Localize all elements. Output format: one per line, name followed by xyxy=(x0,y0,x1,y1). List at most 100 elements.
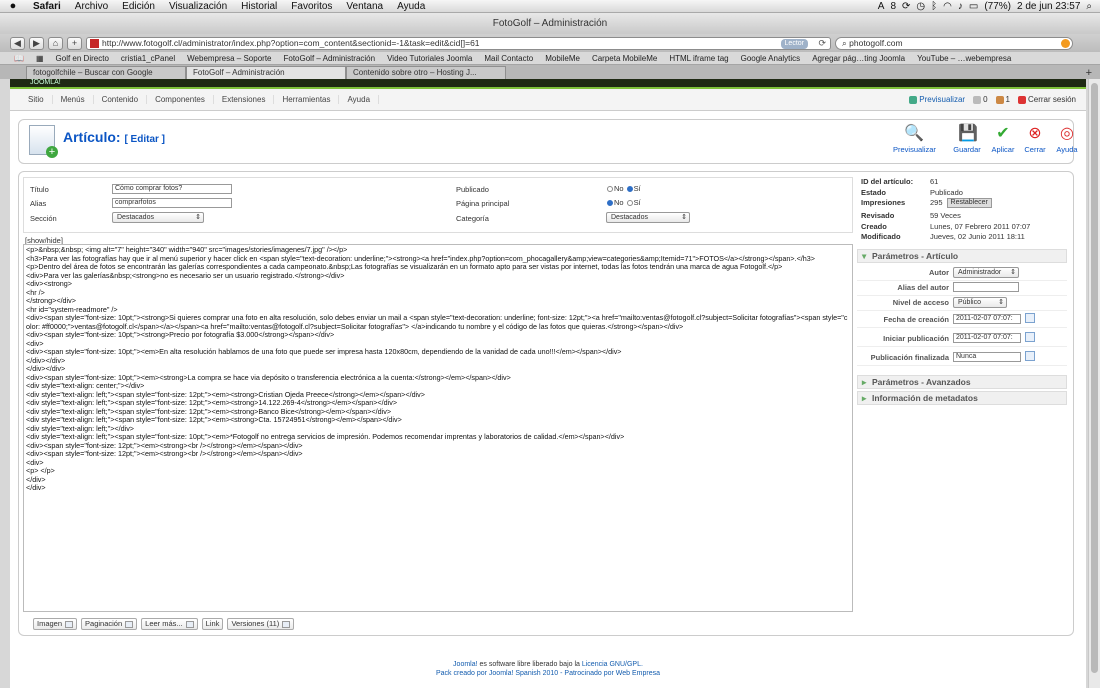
article-params-panel[interactable]: Parámetros - Artículo xyxy=(857,249,1067,263)
title-field[interactable]: Cómo comprar fotos? xyxy=(112,184,232,194)
bookmark-agregar-pagina[interactable]: Agregar pág…ting Joomla xyxy=(806,54,911,63)
bookmark-mail-contacto[interactable]: Mail Contacto xyxy=(478,54,539,63)
sync-icon[interactable]: ⟳ xyxy=(902,1,910,12)
article-edit-area: Título Cómo comprar fotos? Alias comprar… xyxy=(18,171,1074,636)
advanced-params-panel[interactable]: Parámetros - Avanzados xyxy=(857,375,1067,389)
volume-icon[interactable]: ♪ xyxy=(958,1,963,12)
menu-contenido[interactable]: Contenido xyxy=(94,95,148,104)
bookmark-webempresa[interactable]: Webempresa – Soporte xyxy=(181,54,277,63)
menu-favoritos[interactable]: Favoritos xyxy=(284,1,339,12)
published-yes-radio[interactable] xyxy=(626,186,633,193)
calendar-icon[interactable] xyxy=(1025,332,1035,342)
footer-line-1: Joomla! es software libre liberado bajo … xyxy=(10,661,1086,670)
menu-archivo[interactable]: Archivo xyxy=(68,1,115,12)
menu-ayuda[interactable]: Ayuda xyxy=(390,1,432,12)
calendar-icon[interactable] xyxy=(1025,351,1035,361)
reader-button[interactable]: Lector xyxy=(780,38,808,49)
bookmark-iframe-tag[interactable]: HTML iframe tag xyxy=(663,54,734,63)
bookmark-carpeta-mobileme[interactable]: Carpeta MobileMe xyxy=(586,54,663,63)
publish-up-input[interactable]: 2011-02-07 07:07: xyxy=(953,333,1021,343)
bookmark-mobileme[interactable]: MobileMe xyxy=(539,54,586,63)
access-select[interactable]: Público xyxy=(953,297,1007,308)
pagebreak-button[interactable]: Paginación xyxy=(81,618,138,630)
link-button[interactable]: Link xyxy=(201,618,224,630)
top-sites-icon[interactable]: ▦ xyxy=(30,54,50,63)
menu-extensiones[interactable]: Extensiones xyxy=(214,95,275,104)
apple-icon[interactable]: ● xyxy=(0,0,26,12)
image-button[interactable]: Imagen xyxy=(33,618,78,630)
footer-line-2[interactable]: Pack creado por Joomla! Spanish 2010 - P… xyxy=(10,670,1086,679)
scrollbar-thumb[interactable] xyxy=(1091,83,1098,673)
messages-count[interactable]: 0 xyxy=(973,95,988,104)
frontpage-radios: No Sí xyxy=(604,198,641,207)
readmore-button[interactable]: Leer más... xyxy=(141,618,198,630)
menu-herramientas[interactable]: Herramientas xyxy=(274,95,340,104)
users-count[interactable]: 1 xyxy=(995,95,1010,104)
menu-ventana[interactable]: Ventana xyxy=(339,1,390,12)
url-field[interactable]: http://www.fotogolf.cl/administrator/ind… xyxy=(86,36,831,50)
save-button[interactable]: 💾 Guardar xyxy=(947,125,987,154)
metadata-panel[interactable]: Información de metadatos xyxy=(857,391,1067,405)
clock-icon[interactable]: ◷ xyxy=(916,1,925,12)
menu-ayuda-joomla[interactable]: Ayuda xyxy=(339,95,380,104)
logout-link[interactable]: Cerrar sesión xyxy=(1017,95,1076,104)
home-button[interactable]: ⌂ xyxy=(48,36,63,50)
wifi-icon[interactable]: ◠ xyxy=(943,1,952,12)
add-bookmark-button[interactable]: + xyxy=(67,36,82,50)
menu-menus[interactable]: Menús xyxy=(53,95,94,104)
bluetooth-icon[interactable]: ᛒ xyxy=(931,1,937,12)
tab-google[interactable]: fotogolfchile – Buscar con Google xyxy=(26,66,186,79)
published-no-radio[interactable] xyxy=(607,186,613,193)
article-body-textarea[interactable]: <p>&nbsp;&nbsp; <img alt="7" height="340… xyxy=(23,244,853,612)
reading-list-icon[interactable]: 📖 xyxy=(8,54,30,63)
back-button[interactable]: ◀ xyxy=(10,36,25,50)
bookmark-youtube[interactable]: YouTube – …webempresa xyxy=(911,54,1017,63)
spotlight-icon[interactable]: ⌕ xyxy=(1086,1,1092,12)
info-created-label: Creado xyxy=(861,221,887,231)
page-scrollbar[interactable] xyxy=(1088,79,1100,688)
new-tab-icon[interactable]: + xyxy=(1086,67,1092,79)
forward-button[interactable]: ▶ xyxy=(29,36,44,50)
bookmark-video-tutoriales[interactable]: Video Tutoriales Joomla xyxy=(381,54,478,63)
save-button-label: Guardar xyxy=(953,145,981,154)
author-alias-input[interactable] xyxy=(953,282,1019,292)
help-button[interactable]: ◎ Ayuda xyxy=(1047,125,1086,154)
tab-fotogolf-admin[interactable]: FotoGolf – Administración xyxy=(186,66,346,79)
article-info: ID del artículo: 61 Estado Publicado Impre… xyxy=(861,177,1071,243)
created-date-input[interactable]: 2011-02-07 07:07: xyxy=(953,314,1021,324)
versions-button[interactable]: Versiones (11) xyxy=(227,618,295,630)
frontpage-yes-radio[interactable] xyxy=(626,200,633,207)
calendar-icon[interactable] xyxy=(1025,313,1035,323)
alias-field[interactable]: comprarfotos xyxy=(112,198,232,208)
tab-hosting[interactable]: Contenido sobre otro – Hosting J... xyxy=(346,66,506,79)
adobe-icon[interactable]: A xyxy=(878,1,885,12)
menu-sitio[interactable]: Sitio xyxy=(20,95,53,104)
license-link[interactable]: Licencia GNU/GPL. xyxy=(582,661,643,668)
reset-hits-button[interactable]: Restablecer xyxy=(946,198,992,208)
menu-safari[interactable]: Safari xyxy=(26,1,68,12)
snapback-icon[interactable] xyxy=(1061,38,1070,48)
frontpage-no-radio[interactable] xyxy=(607,200,613,207)
menu-componentes[interactable]: Componentes xyxy=(147,95,214,104)
category-select[interactable]: Destacados xyxy=(606,212,690,223)
preview-link[interactable]: Previsualizar xyxy=(909,95,965,104)
datetime[interactable]: 2 de jun 23:57 xyxy=(1017,1,1080,12)
joomla-link[interactable]: Joomla! xyxy=(453,661,478,668)
bookmark-fotogolf-admin[interactable]: FotoGolf – Administración xyxy=(277,54,381,63)
menu-edicion[interactable]: Edición xyxy=(115,1,162,12)
site-favicon-icon xyxy=(90,38,99,48)
bookmark-cpanel[interactable]: cristia1_cPanel xyxy=(115,54,181,63)
reload-icon[interactable]: ⟳ xyxy=(818,38,826,49)
publish-down-input[interactable]: Nunca xyxy=(953,352,1021,362)
bookmark-golf-en-directo[interactable]: Golf en Directo xyxy=(50,54,115,63)
menubar-status: A 8 ⟳ ◷ ᛒ ◠ ♪ ▭ (77%) 2 de jun 23:57 ⌕ xyxy=(878,1,1100,12)
bookmark-google-analytics[interactable]: Google Analytics xyxy=(735,54,807,63)
battery-icon[interactable]: ▭ xyxy=(969,1,978,12)
search-input[interactable]: ⌕ photogolf.com xyxy=(835,36,1073,50)
close-icon: ⊗ xyxy=(1028,125,1042,142)
menu-historial[interactable]: Historial xyxy=(234,1,284,12)
section-select[interactable]: Destacados xyxy=(112,212,204,223)
preview-button[interactable]: 🔍 Previsualizar xyxy=(893,125,936,154)
menu-visualizacion[interactable]: Visualización xyxy=(162,1,234,12)
author-select[interactable]: Administrador xyxy=(953,267,1019,278)
